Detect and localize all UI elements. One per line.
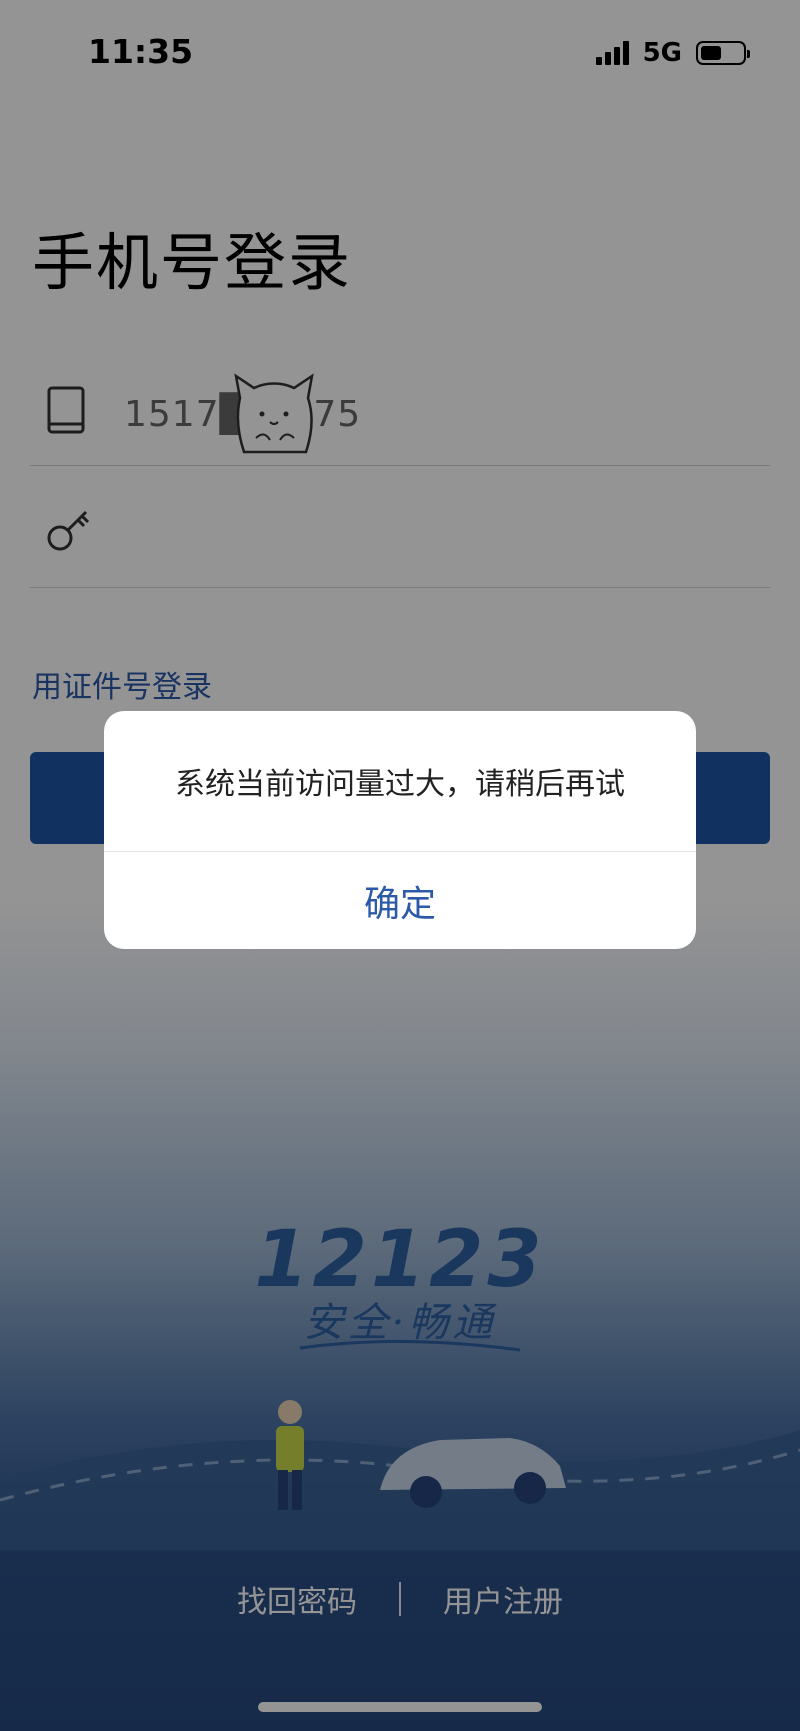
alert-dialog: 系统当前访问量过大，请稍后再试 确定 [104,711,696,949]
app-screen: 11:35 5G 手机号登录 1517█ █875 [0,0,800,1731]
confirm-button[interactable]: 确定 [104,852,696,949]
dialog-message: 系统当前访问量过大，请稍后再试 [175,767,625,802]
